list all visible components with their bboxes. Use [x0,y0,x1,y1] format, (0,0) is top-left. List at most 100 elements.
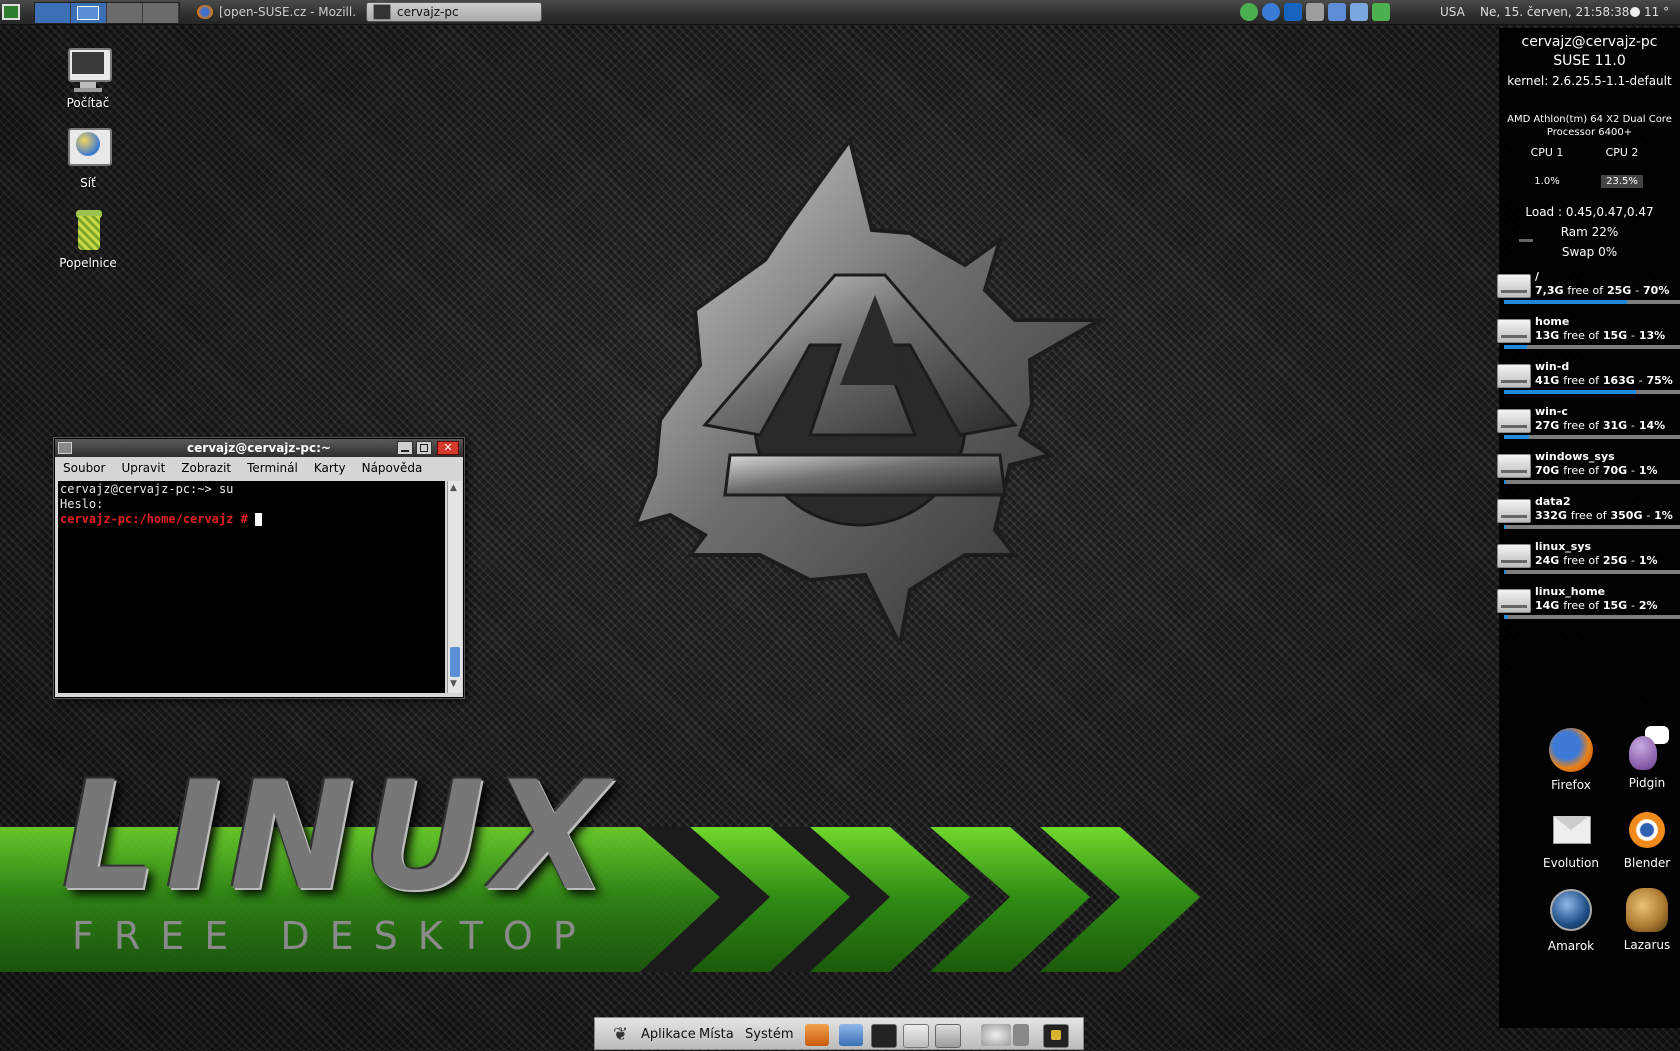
keyboard-layout[interactable]: USA [1440,0,1465,24]
cd-burner-launcher-icon[interactable] [903,1024,929,1048]
disk-name: linux_sys [1535,540,1592,553]
maximize-button[interactable] [416,441,432,455]
disk-usage-track [1504,525,1680,529]
workspace-4[interactable] [143,3,179,23]
calculator-launcher-icon[interactable] [935,1024,961,1048]
clock[interactable]: Ne, 15. červen, 21:58:38 [1480,0,1629,24]
menu-soubor[interactable]: Soubor [55,461,113,475]
volume-icon[interactable] [1013,1024,1029,1046]
task-terminal[interactable]: cervajz-pc [366,2,542,22]
workspace-switcher[interactable] [34,2,180,24]
minimize-button[interactable] [397,441,413,455]
kernel: kernel: 2.6.25.5-1.1-default [1507,74,1672,88]
disk-free-of: free of [1563,329,1599,342]
blender-icon [1623,806,1671,854]
workspace-1[interactable] [35,3,71,23]
disk-usage-fill [1504,300,1628,304]
disk-name: home [1535,315,1570,328]
ram-usage: Ram 22% [1560,225,1619,239]
workspace-2[interactable] [71,3,107,23]
shield-icon[interactable] [1372,3,1390,21]
scroll-down-icon[interactable]: ▼ [450,679,457,689]
scrollbar-thumb[interactable] [450,647,460,677]
desktop-icon-computer[interactable]: Počítač [43,46,133,110]
disk-name: / [1535,270,1540,283]
menu-aplikace-label: Aplikace [641,1027,696,1042]
disk-usage-fill [1504,570,1506,574]
disk-dash: - [1631,554,1635,567]
swap-usage: Swap 0% [1561,245,1618,259]
cpu-model-2: Processor 6400+ [1546,127,1633,138]
disk-info: 24G free of 25G - 1% [1535,554,1658,567]
menu-system[interactable]: Systém [745,1018,793,1051]
weather[interactable]: 11 ° [1630,0,1669,24]
terminal-menubar: Soubor Upravit Zobrazit Terminál Karty N… [55,458,463,478]
desktop-icon-pidgin[interactable]: Pidgin [1602,726,1680,790]
disk-usage-fill [1504,615,1508,619]
desktop-icon-label: Síť [80,176,96,190]
pidgin-icon [1623,726,1671,774]
menu-mista[interactable]: Místa [699,1018,734,1051]
disk-free: 41G [1535,374,1560,387]
desktop-icon-label: Blender [1623,856,1671,870]
workspace-3[interactable] [107,3,143,23]
disk-free: 27G [1535,419,1560,432]
desktop-icon-lazarus[interactable]: Lazarus [1602,886,1680,952]
terminal-scrollbar[interactable]: ▲ ▼ [447,481,462,693]
menu-zobrazit[interactable]: Zobrazit [173,461,239,475]
menu-aplikace[interactable]: Aplikace [641,1018,696,1051]
desktop-icon-blender[interactable]: Blender [1602,806,1680,870]
update-icon[interactable] [1262,3,1280,21]
desktop-icon-trash[interactable]: Popelnice [43,206,133,270]
network-icon[interactable] [1240,3,1258,21]
desktop-icon-network[interactable]: Síť [43,126,133,190]
terminal-screen[interactable]: cervajz@cervajz-pc:~> su Heslo: cervajz-… [58,481,445,693]
terminal-titlebar[interactable]: cervajz@cervajz-pc:~ ✕ [55,439,463,457]
menu-karty[interactable]: Karty [306,461,354,475]
tools-launcher-icon[interactable] [839,1024,863,1046]
close-button[interactable]: ✕ [437,441,459,455]
disk-percent: 14% [1638,419,1666,432]
disk-info: 27G free of 31G - 14% [1535,419,1665,432]
show-desktop-button[interactable] [2,0,20,24]
disk-free-of: free of [1570,509,1607,522]
music-icon[interactable] [1328,3,1346,21]
lock-screen-icon[interactable] [1043,1024,1069,1048]
disk-entry: linux_sys 24G free of 25G - 1% [1494,540,1680,582]
menu-terminal[interactable]: Terminál [239,461,306,475]
computer-icon [64,46,112,94]
folder-icon[interactable] [1350,3,1368,21]
hard-drive-icon [1497,454,1531,478]
task-terminal-label: cervajz-pc [397,5,459,19]
desktop-icon-label: Počítač [66,96,110,110]
linux-logo-text: LINUX [62,750,617,924]
disk-info: 14G free of 15G - 2% [1535,599,1658,612]
disk-usage-fill [1504,435,1529,439]
disk-info: 70G free of 70G - 1% [1535,464,1658,477]
disk-dash: - [1631,419,1635,432]
disk-free-of: free of [1567,284,1604,297]
close-icon: ✕ [443,441,453,454]
menu-upravit[interactable]: Upravit [113,461,173,475]
disk-dash: - [1638,374,1643,387]
disk-entry: win-c 27G free of 31G - 14% [1494,405,1680,447]
window-icon[interactable] [1306,3,1324,21]
terminal-window[interactable]: cervajz@cervajz-pc:~ ✕ Soubor Upravit Zo… [54,438,464,698]
scroll-up-icon[interactable]: ▲ [450,483,457,493]
ram-bar [1519,239,1533,242]
terminal-launcher-icon[interactable] [871,1024,897,1048]
task-firefox[interactable]: [open-SUSE.cz - Mozill... [190,2,358,22]
firefox-icon [197,5,213,19]
weather-icon [1630,7,1640,17]
menu-napoveda[interactable]: Nápověda [354,461,431,475]
bluetooth-icon[interactable] [1284,3,1302,21]
book-launcher-icon[interactable] [805,1024,829,1046]
distro: SUSE 11.0 [1553,53,1626,69]
terminal-menu-icon[interactable] [58,442,72,454]
disk-name: linux_home [1535,585,1606,598]
foot-menu-icon[interactable]: ❦ [613,1018,628,1051]
desktop-icon-label: Lazarus [1623,938,1671,952]
drive-mount-icon[interactable] [981,1024,1011,1046]
disk-usage-fill [1504,480,1506,484]
amarok-icon [1547,889,1595,937]
